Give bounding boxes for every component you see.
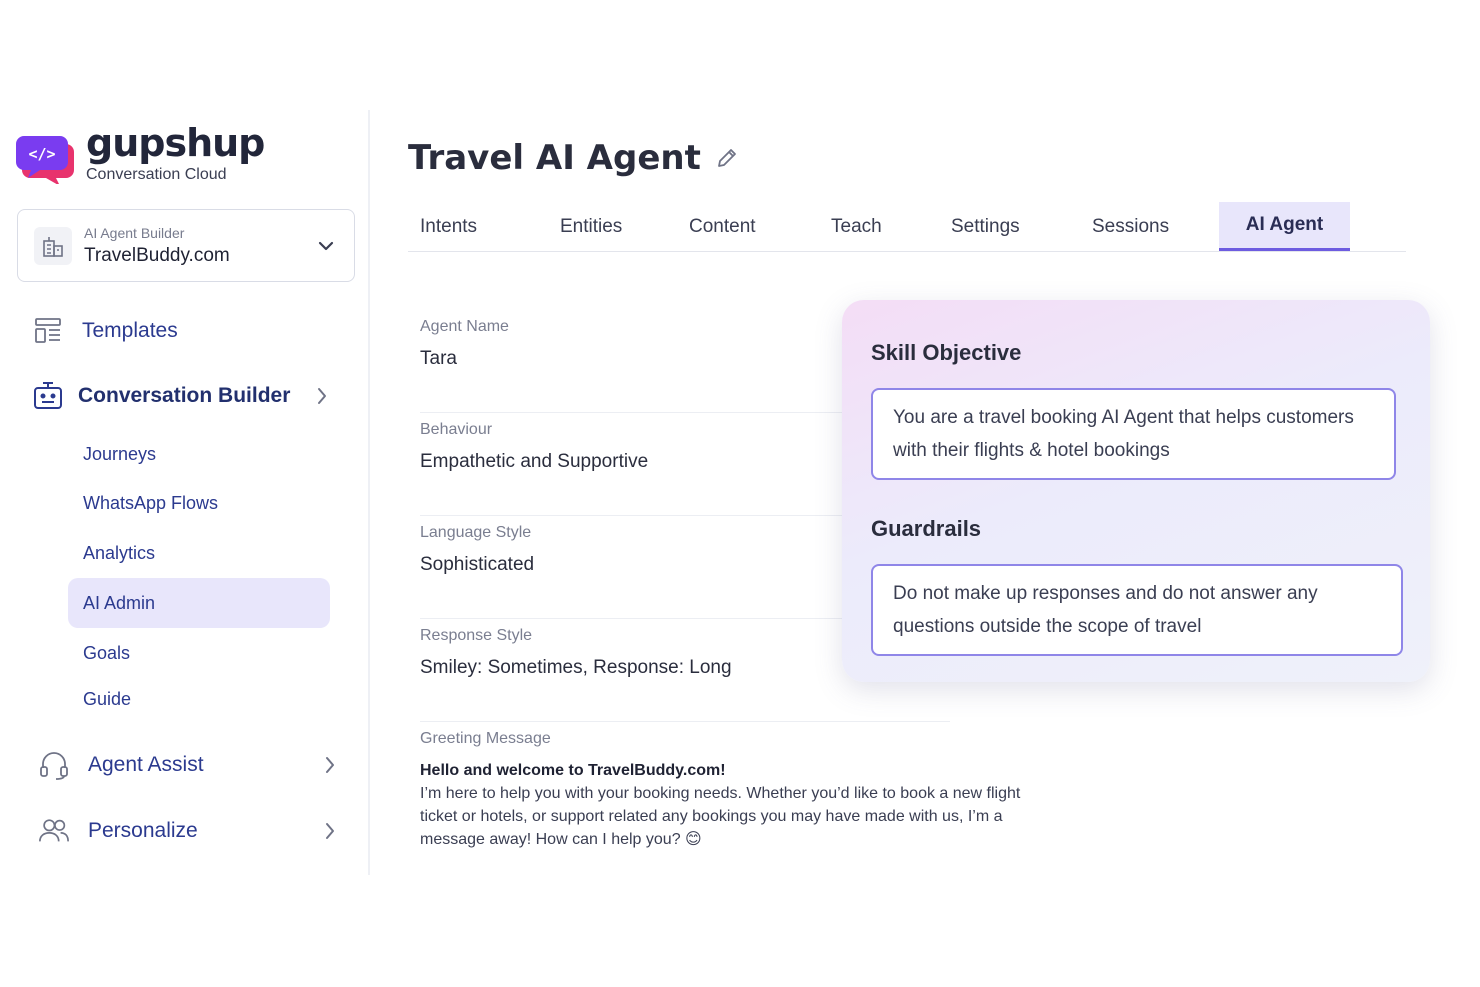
sidebar-item-label: Conversation Builder [78,384,291,407]
submenu-item-journeys[interactable]: Journeys [68,430,330,478]
sidebar-item-agent-assist[interactable]: Agent Assist [0,732,370,798]
sidebar-item-personalize[interactable]: Personalize [0,798,370,864]
skill-objective-title: Skill Objective [871,340,1022,365]
building-icon [34,226,72,265]
sidebar-item-conversation-builder[interactable]: Conversation Builder [0,362,370,430]
tab-sessions[interactable]: Sessions [1092,202,1169,251]
conversation-builder-submenu: Journeys WhatsApp Flows Analytics AI Adm… [0,430,370,720]
svg-text:</>: </> [28,145,55,163]
headset-icon [38,749,70,781]
sidebar-item-templates[interactable]: Templates [0,300,370,362]
tab-content[interactable]: Content [689,202,756,251]
skill-guardrails-card: Skill Objective You are a travel booking… [842,300,1430,682]
chevron-down-icon[interactable] [314,234,338,258]
title-row: Travel AI Agent [408,138,741,178]
sidebar-item-label: Templates [82,319,178,342]
page-title: Travel AI Agent [408,138,701,178]
workspace-selector[interactable]: AI Agent Builder TravelBuddy.com [17,209,355,282]
edit-pencil-icon[interactable] [713,144,741,172]
tab-entities[interactable]: Entities [560,202,622,251]
brand-subtitle: Conversation Cloud [86,166,227,183]
sidebar-item-label: Personalize [88,819,198,842]
submenu-item-analytics[interactable]: Analytics [68,528,330,578]
tab-teach[interactable]: Teach [831,202,882,251]
tab-ai-agent[interactable]: AI Agent [1219,202,1350,251]
submenu-item-whatsapp-flows[interactable]: WhatsApp Flows [68,478,330,528]
greeting-headline: Hello and welcome to TravelBuddy.com! [420,762,726,779]
brand-logo[interactable]: </> gupshup Conversation Cloud [16,121,265,186]
code-chat-bubble-icon: </> [16,122,78,186]
guardrails-box[interactable]: Do not make up responses and do not answ… [871,564,1403,656]
template-icon [32,315,64,347]
chevron-right-icon[interactable] [320,821,340,841]
greeting-label: Greeting Message [420,730,551,747]
tab-bar: Intents Entities Content Teach Settings … [408,202,1406,252]
sidebar: </> gupshup Conversation Cloud AI Agent … [0,110,370,875]
users-icon [38,815,70,847]
workspace-label: AI Agent Builder [84,224,185,241]
chevron-right-icon[interactable] [312,386,332,406]
submenu-item-ai-admin[interactable]: AI Admin [68,578,330,628]
chevron-right-icon[interactable] [320,755,340,775]
submenu-item-goals[interactable]: Goals [68,628,330,678]
brand-name: gupshup [86,121,265,165]
tab-intents[interactable]: Intents [420,202,477,251]
tab-settings[interactable]: Settings [951,202,1020,251]
guardrails-title: Guardrails [871,516,982,541]
workspace-value: TravelBuddy.com [84,244,230,266]
submenu-item-guide[interactable]: Guide [68,678,330,720]
sidebar-nav: Templates Conversation Builder Journeys … [0,300,370,864]
bot-icon [32,380,64,412]
greeting-message[interactable]: Greeting Message Hello and welcome to Tr… [420,730,1060,851]
skill-objective-box[interactable]: You are a travel booking AI Agent that h… [871,388,1396,480]
greeting-body: I’m here to help you with your booking n… [420,785,1021,848]
sidebar-item-label: Agent Assist [88,753,204,776]
